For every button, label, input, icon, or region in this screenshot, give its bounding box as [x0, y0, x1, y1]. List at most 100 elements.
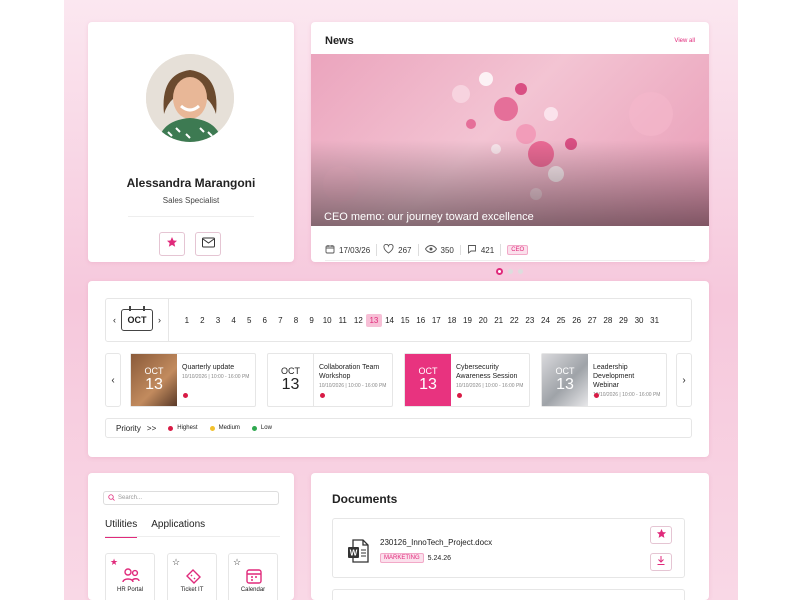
document-row[interactable] [332, 589, 685, 600]
priority-arrows: >> [146, 423, 157, 433]
tile-hr-portal[interactable]: ★ HR Portal [105, 553, 155, 600]
document-row[interactable]: W 230126_InnoTech_Project.docx MARKETING… [332, 518, 685, 578]
document-favorite-button[interactable] [650, 526, 672, 544]
word-file-icon: W [347, 539, 369, 568]
comment-icon [467, 244, 477, 256]
favorite-button[interactable] [159, 232, 185, 256]
day-21[interactable]: 21 [491, 314, 507, 327]
search-icon [108, 493, 115, 503]
carousel-dot[interactable] [518, 269, 523, 274]
eye-icon [424, 245, 437, 255]
day-28[interactable]: 28 [600, 314, 616, 327]
day-18[interactable]: 18 [444, 314, 460, 327]
view-all-link[interactable]: View all [674, 38, 695, 44]
day-19[interactable]: 19 [460, 314, 476, 327]
chevron-left-icon: ‹ [111, 374, 115, 386]
tile-ticket-it[interactable]: ☆ Ticket IT [167, 553, 217, 600]
event-month: OCT [144, 366, 164, 376]
news-date: 17/03/26 [339, 245, 371, 255]
news-tag: CEO [507, 245, 529, 255]
carousel-dot[interactable] [496, 268, 503, 275]
divider [325, 260, 695, 261]
event-month: OCT [281, 366, 300, 376]
day-31[interactable]: 31 [647, 314, 663, 327]
document-download-button[interactable] [650, 553, 672, 571]
like-count: 267 [398, 245, 412, 255]
day-30[interactable]: 30 [631, 314, 647, 327]
events-prev-button[interactable]: ‹ [105, 353, 121, 407]
search-placeholder: Search... [118, 495, 143, 501]
event-day: 13 [145, 376, 163, 393]
documents-title: Documents [332, 492, 398, 506]
event-card[interactable]: OCT 13 Collaboration Team Workshop 10/10… [267, 353, 393, 407]
comment-button[interactable]: 421 [461, 244, 502, 256]
star-outline-icon[interactable]: ☆ [233, 557, 241, 568]
day-29[interactable]: 29 [616, 314, 632, 327]
day-22[interactable]: 22 [506, 314, 522, 327]
day-14[interactable]: 14 [382, 314, 398, 327]
day-1[interactable]: 1 [179, 314, 195, 327]
day-24[interactable]: 24 [538, 314, 554, 327]
star-icon [656, 526, 667, 544]
event-thumbnail: OCT 13 [542, 354, 588, 406]
priority-dot [183, 393, 188, 398]
chevron-right-icon: › [682, 374, 686, 386]
news-image[interactable]: CEO memo: our journey toward excellence [311, 54, 709, 226]
day-23[interactable]: 23 [522, 314, 538, 327]
legend-medium: Medium [209, 425, 240, 431]
carousel-dot[interactable] [508, 269, 513, 274]
day-7[interactable]: 7 [273, 314, 289, 327]
event-card[interactable]: OCT 13 Leadership Development Webinar 10… [541, 353, 667, 407]
profile-card: Alessandra Marangoni Sales Specialist [88, 22, 294, 262]
event-title: Collaboration Team Workshop [319, 364, 380, 380]
heart-icon [383, 243, 394, 256]
day-4[interactable]: 4 [226, 314, 242, 327]
event-card[interactable]: OCT 13 Quarterly update 10/10/2026 | 10:… [130, 353, 256, 407]
event-date: 10/10/2026 | 10:00 - 16:00 PM [319, 383, 387, 389]
tile-label: HR Portal [116, 587, 143, 593]
event-date-tile: OCT 13 [268, 354, 314, 406]
profile-name: Alessandra Marangoni [126, 176, 256, 190]
chevron-left-icon[interactable]: ‹ [113, 315, 116, 325]
star-filled-icon[interactable]: ★ [110, 557, 118, 568]
search-input[interactable]: Search... [103, 491, 279, 505]
star-outline-icon[interactable]: ☆ [172, 557, 180, 568]
day-12[interactable]: 12 [351, 314, 367, 327]
tile-calendar[interactable]: ☆ Calendar [228, 553, 278, 600]
month-label[interactable]: OCT [121, 306, 153, 331]
day-26[interactable]: 26 [569, 314, 585, 327]
priority-dot [594, 393, 599, 398]
news-title: News [325, 35, 354, 47]
document-name: 230126_InnoTech_Project.docx [380, 538, 493, 547]
tile-label: Calendar [240, 587, 266, 593]
chevron-right-icon[interactable]: › [158, 315, 161, 325]
day-13[interactable]: 13 [366, 313, 382, 327]
news-card: News View all CEO memo: our journey towa… [311, 22, 709, 275]
day-11[interactable]: 11 [335, 314, 351, 327]
legend-low: Low [251, 425, 272, 431]
carousel-dots [496, 268, 523, 275]
month-selector: ‹ OCT › [106, 299, 169, 341]
day-9[interactable]: 9 [304, 314, 320, 327]
event-card[interactable]: OCT 13 Cybersecurity Awareness Session 1… [404, 353, 530, 407]
day-5[interactable]: 5 [241, 314, 257, 327]
day-20[interactable]: 20 [475, 314, 491, 327]
day-16[interactable]: 16 [413, 314, 429, 327]
day-10[interactable]: 10 [319, 314, 335, 327]
day-27[interactable]: 27 [584, 314, 600, 327]
day-3[interactable]: 3 [210, 314, 226, 327]
priority-dot [320, 393, 325, 398]
like-button[interactable]: 267 [377, 243, 419, 256]
day-17[interactable]: 17 [429, 314, 445, 327]
day-15[interactable]: 15 [397, 314, 413, 327]
download-icon [656, 553, 666, 571]
utilities-card: Search... Utilities Applications ★ HR Po… [88, 473, 294, 600]
day-25[interactable]: 25 [553, 314, 569, 327]
divider [128, 216, 254, 217]
avatar [146, 54, 234, 142]
email-button[interactable] [195, 232, 221, 256]
day-2[interactable]: 2 [195, 314, 211, 327]
events-next-button[interactable]: › [676, 353, 692, 407]
day-6[interactable]: 6 [257, 314, 273, 327]
day-8[interactable]: 8 [288, 314, 304, 327]
